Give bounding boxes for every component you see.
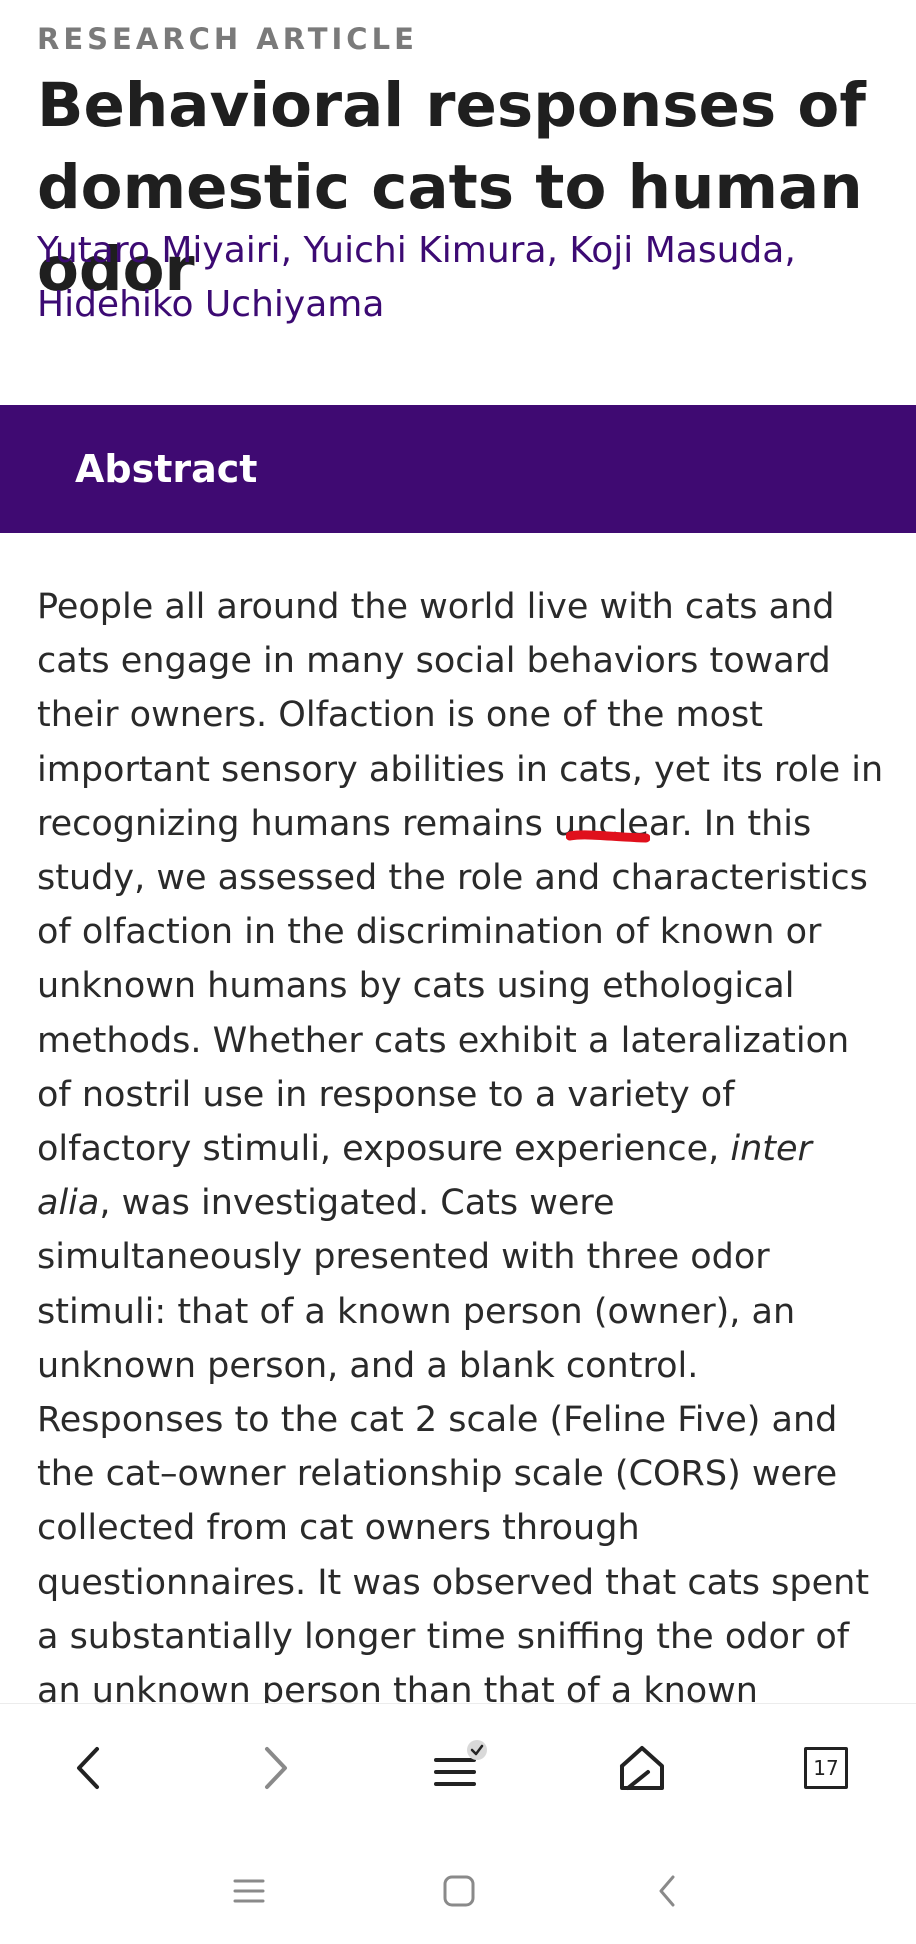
- home-button[interactable]: [596, 1704, 688, 1832]
- nav-back-icon: [659, 1875, 675, 1907]
- recents-icon: [233, 1879, 265, 1903]
- abstract-heading: Abstract: [75, 447, 258, 491]
- menu-button[interactable]: [412, 1704, 504, 1832]
- nav-home-icon: [443, 1875, 475, 1907]
- tabs-button[interactable]: 17: [780, 1704, 872, 1832]
- recents-button[interactable]: [217, 1859, 281, 1923]
- abstract-text-part1: People all around the world live with ca…: [37, 587, 884, 1170]
- home-icon: [620, 1746, 664, 1790]
- red-ink-underline-mark: [566, 830, 650, 843]
- browser-toolbar: 17: [0, 1703, 916, 1832]
- forward-button[interactable]: [230, 1704, 322, 1832]
- abstract-header-bar[interactable]: Abstract: [0, 405, 916, 533]
- chevron-left-icon: [77, 1747, 99, 1789]
- system-navigation-bar: [0, 1831, 916, 1944]
- article-type-label: RESEARCH ARTICLE: [37, 22, 418, 56]
- chevron-right-icon: [265, 1747, 287, 1789]
- menu-icon: [434, 1740, 487, 1786]
- article-authors[interactable]: Yutaro Miyairi, Yuichi Kimura, Koji Masu…: [37, 224, 857, 332]
- back-button[interactable]: [42, 1704, 134, 1832]
- abstract-text-part2: , was investigated. Cats were simultaneo…: [37, 1183, 870, 1703]
- tabs-count: 17: [813, 1756, 839, 1780]
- nav-home-button[interactable]: [427, 1859, 491, 1923]
- nav-back-button[interactable]: [635, 1859, 699, 1923]
- tabs-icon: 17: [804, 1747, 848, 1789]
- abstract-text: People all around the world live with ca…: [37, 580, 889, 1703]
- article-page: RESEARCH ARTICLE Behavioral responses of…: [0, 0, 916, 1703]
